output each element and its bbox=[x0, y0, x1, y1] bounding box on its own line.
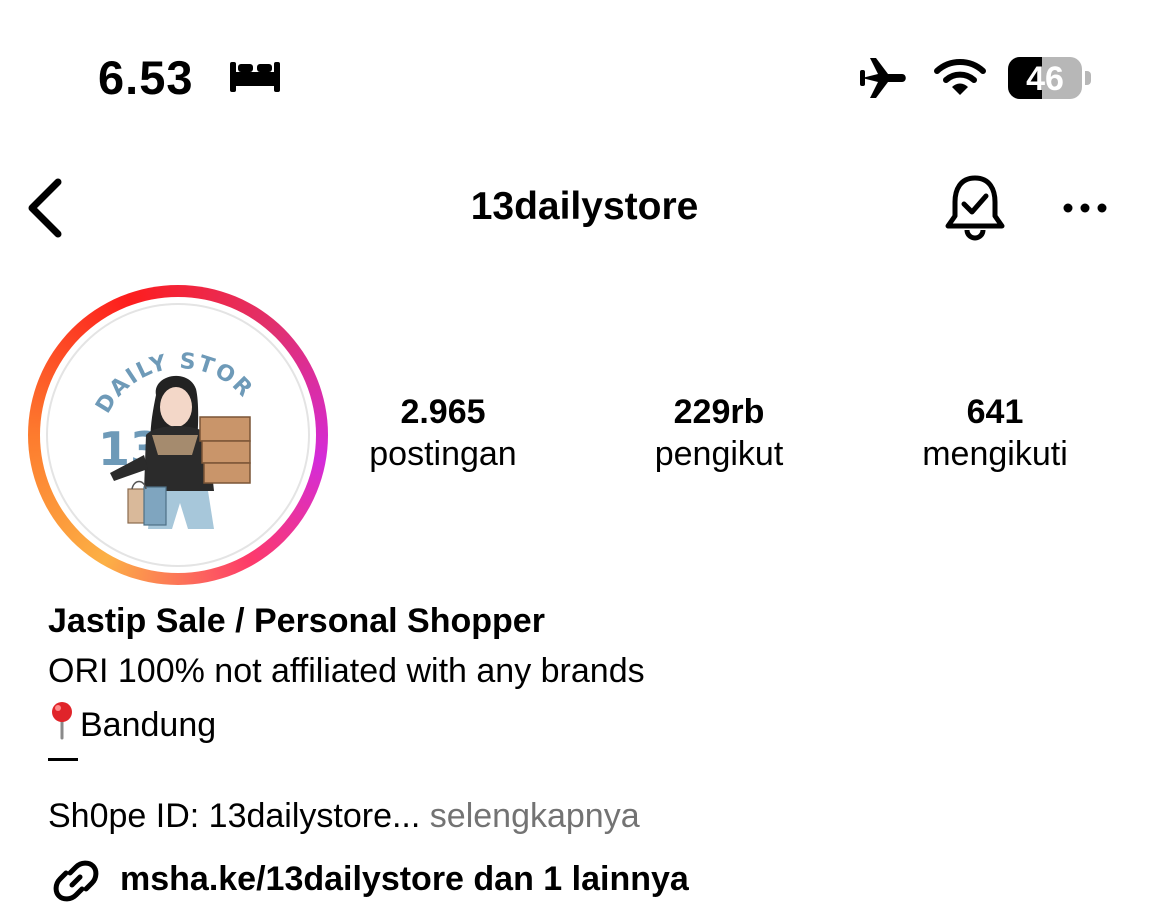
airplane-icon bbox=[858, 56, 910, 105]
stat-followers-label: pengikut bbox=[654, 435, 784, 473]
stat-posts-label: postingan bbox=[369, 435, 517, 473]
battery-level: 46 bbox=[1026, 60, 1064, 98]
stat-followers-value: 229rb bbox=[673, 393, 765, 431]
bed-icon bbox=[228, 58, 282, 99]
status-time: 6.53 bbox=[98, 51, 194, 104]
bio-shopee-text: Sh0pe ID: 13dailystore... bbox=[48, 797, 421, 835]
bio-line: ORI 100% not affiliated with any brands bbox=[48, 652, 645, 690]
bio-location-text: Bandung bbox=[80, 706, 217, 744]
link-icon bbox=[50, 855, 102, 912]
stat-following-label: mengikuti bbox=[922, 435, 1068, 473]
avatar[interactable]: DAILY STORE 13 bbox=[46, 303, 310, 567]
stat-following[interactable]: 641 mengikuti bbox=[875, 392, 1115, 476]
see-more-link[interactable]: selengkapnya bbox=[430, 797, 640, 835]
bio-shopee: Sh0pe ID: 13dailystore... selengkapnya bbox=[48, 796, 640, 836]
stat-posts-value: 2.965 bbox=[400, 393, 486, 431]
battery-icon: 46 bbox=[1008, 57, 1082, 99]
more-icon[interactable] bbox=[1060, 196, 1110, 225]
store-logo-illustration: DAILY STORE 13 bbox=[48, 305, 256, 529]
battery-nub bbox=[1085, 71, 1091, 85]
bell-check-icon[interactable] bbox=[942, 172, 1008, 249]
bio-link[interactable]: msha.ke/13dailystore dan 1 lainnya bbox=[120, 860, 689, 899]
stat-followers[interactable]: 229rb pengikut bbox=[599, 392, 839, 476]
bio-divider bbox=[48, 758, 78, 761]
bio-name: Jastip Sale / Personal Shopper bbox=[48, 602, 545, 640]
pin-icon bbox=[48, 700, 76, 749]
wifi-icon bbox=[933, 57, 987, 104]
stat-following-value: 641 bbox=[966, 393, 1024, 431]
bio-location: Bandung bbox=[48, 700, 216, 749]
stat-posts[interactable]: 2.965 postingan bbox=[323, 392, 563, 476]
